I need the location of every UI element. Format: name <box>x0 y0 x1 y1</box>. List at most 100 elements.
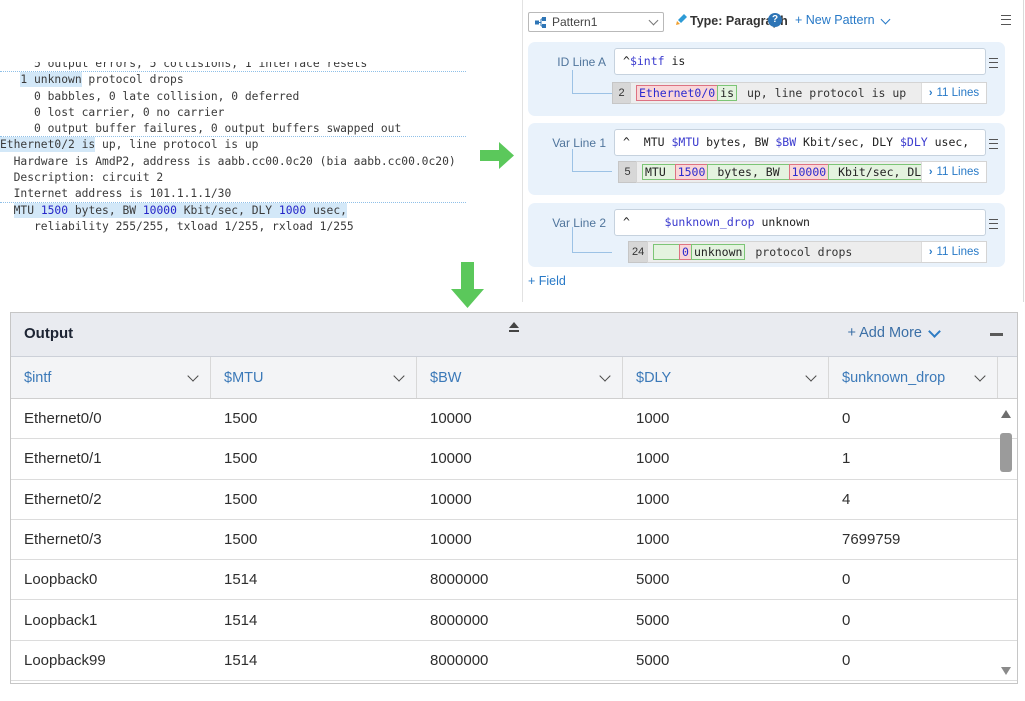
chevron-down-icon <box>974 370 985 381</box>
pattern-editor-panel: Pattern1 Type: Paragraph ? + New Pattern… <box>522 0 1024 302</box>
column-header-label: $MTU <box>224 370 263 386</box>
pattern-section: ID Line A^$intf is2Ethernet0/0is up, lin… <box>528 42 1005 116</box>
table-row: Ethernet0/215001000010004 <box>11 480 1017 520</box>
triangle-up <box>509 322 519 328</box>
match-lines-link[interactable]: ›11 Lines <box>921 242 986 262</box>
table-cell: 1514 <box>211 571 417 588</box>
table-cell: 1500 <box>211 450 417 467</box>
source-line: reliability 255/255, txload 1/255, rxloa… <box>0 219 466 235</box>
match-line-bar: Ethernet0/0is up, line protocol is up›11… <box>630 82 987 104</box>
output-title: Output <box>24 325 73 342</box>
variable-token: $MTU <box>671 135 699 149</box>
source-text: 0 output buffer failures, 0 output buffe… <box>0 122 401 135</box>
match-lines-link[interactable]: › 11 Lines <box>921 83 986 103</box>
chevron-down-icon <box>805 370 816 381</box>
table-cell: Loopback99 <box>11 652 211 669</box>
matched-text: usec, <box>306 204 347 217</box>
lines-count-label: 11 Lines <box>937 87 980 99</box>
column-header-intf[interactable]: $intf <box>11 357 211 398</box>
matched-text: bytes, BW <box>68 204 143 217</box>
column-header-label: $BW <box>430 370 461 386</box>
source-line: Description: circuit 2 <box>0 170 466 186</box>
table-cell: 0 <box>829 410 998 427</box>
minimize-icon[interactable] <box>990 333 1003 336</box>
source-text: 0 lost carrier, 0 no carrier <box>0 106 224 119</box>
table-cell: 4 <box>829 491 998 508</box>
chevron-right-icon: › <box>929 87 933 99</box>
scroll-up-icon[interactable] <box>1001 410 1011 418</box>
table-row: Ethernet0/115001000010001 <box>11 439 1017 479</box>
header-gutter <box>998 357 1017 398</box>
collapse-up-icon[interactable] <box>508 322 520 332</box>
column-header-label: $DLY <box>636 370 671 386</box>
match-line-number: 5 <box>618 161 636 183</box>
add-more-button[interactable]: + Add More <box>847 325 939 341</box>
source-line: 0 babbles, 0 late collision, 0 deferred <box>0 89 466 105</box>
match-lines-link[interactable]: ›11 Lines <box>921 162 986 182</box>
matched-value: 10000 <box>789 164 830 180</box>
matched-text: 1500 <box>41 204 68 217</box>
source-text: Internet address is 101.1.1.1/30 <box>0 187 231 200</box>
matched-text: MTU <box>14 204 41 217</box>
table-cell: 1514 <box>211 612 417 629</box>
table-cell: 10000 <box>417 450 623 467</box>
column-header-DLY[interactable]: $DLY <box>623 357 829 398</box>
table-cell: 5000 <box>623 571 829 588</box>
pattern-input[interactable]: ^ MTU $MTU bytes, BW $BW Kbit/sec, DLY $… <box>614 129 986 156</box>
table-cell: 5000 <box>623 612 829 629</box>
raw-output-text: 5 output errors, 5 collisions, 1 interfa… <box>0 62 466 240</box>
table-cell: 1000 <box>623 531 829 548</box>
section-label: Var Line 1 <box>528 136 606 150</box>
pattern-select-value: Pattern1 <box>552 15 597 29</box>
flow-arrow-right-icon <box>480 142 514 169</box>
table-cell: 10000 <box>417 410 623 427</box>
pattern-input[interactable]: ^$intf is <box>614 48 986 75</box>
matched-text: 10000 <box>143 204 177 217</box>
match-row: 2Ethernet0/0is up, line protocol is up›1… <box>612 82 987 104</box>
pattern-input[interactable]: ^ $unknown_drop unknown <box>614 209 986 236</box>
source-text: reliability 255/255, txload 1/255, rxloa… <box>0 220 354 233</box>
matched-text: 1000 <box>279 204 306 217</box>
panel-menu-icon[interactable] <box>1001 15 1011 25</box>
table-cell: 0 <box>829 652 998 669</box>
flow-arrow-down-icon <box>451 262 484 308</box>
variable-token: $unknown_drop <box>665 215 755 229</box>
help-icon[interactable]: ? <box>768 13 782 27</box>
table-cell: 1500 <box>211 531 417 548</box>
section-menu-icon[interactable] <box>989 219 998 229</box>
new-pattern-button[interactable]: + New Pattern <box>795 13 889 27</box>
match-line-bar: 0unknown protocol drops›11 Lines <box>647 241 987 263</box>
chevron-down-icon <box>599 370 610 381</box>
table-cell: Loopback1 <box>11 612 211 629</box>
lines-count-label: 11 Lines <box>937 166 980 178</box>
column-header-unknown_drop[interactable]: $unknown_drop <box>829 357 998 398</box>
pattern-text: is <box>665 54 686 68</box>
chevron-down-icon <box>880 14 890 24</box>
matched-value: 1500 <box>675 164 709 180</box>
section-menu-icon[interactable] <box>989 58 998 68</box>
vertical-scrollbar[interactable] <box>999 400 1014 678</box>
section-menu-icon[interactable] <box>989 139 998 149</box>
source-line: Ethernet0/2 is up, line protocol is up <box>0 136 466 153</box>
column-header-BW[interactable]: $BW <box>417 357 623 398</box>
source-text: 0 babbles, 0 late collision, 0 deferred <box>0 90 299 103</box>
add-field-button[interactable]: + Field <box>528 274 566 288</box>
match-text: protocol drops <box>744 244 853 260</box>
variable-token: $intf <box>630 54 665 68</box>
connector-line <box>572 70 612 94</box>
match-row: 24 0unknown protocol drops›11 Lines <box>628 241 987 263</box>
table-cell: 1500 <box>211 491 417 508</box>
source-line: Hardware is AmdP2, address is aabb.cc00.… <box>0 154 466 170</box>
column-header-MTU[interactable]: $MTU <box>211 357 417 398</box>
table-cell: 10000 <box>417 491 623 508</box>
scrollbar-thumb[interactable] <box>1000 433 1012 472</box>
pattern-text: unknown <box>755 215 810 229</box>
pattern-select[interactable]: Pattern1 <box>528 12 664 32</box>
edit-pencil-icon[interactable] <box>674 14 687 27</box>
matched-text: 1 unknown <box>20 73 81 86</box>
matched-literal: bytes, BW <box>707 164 789 180</box>
table-cell: Ethernet0/1 <box>11 450 211 467</box>
source-text: protocol drops <box>82 73 184 86</box>
table-cell: Loopback0 <box>11 571 211 588</box>
scroll-down-icon[interactable] <box>1001 667 1011 675</box>
